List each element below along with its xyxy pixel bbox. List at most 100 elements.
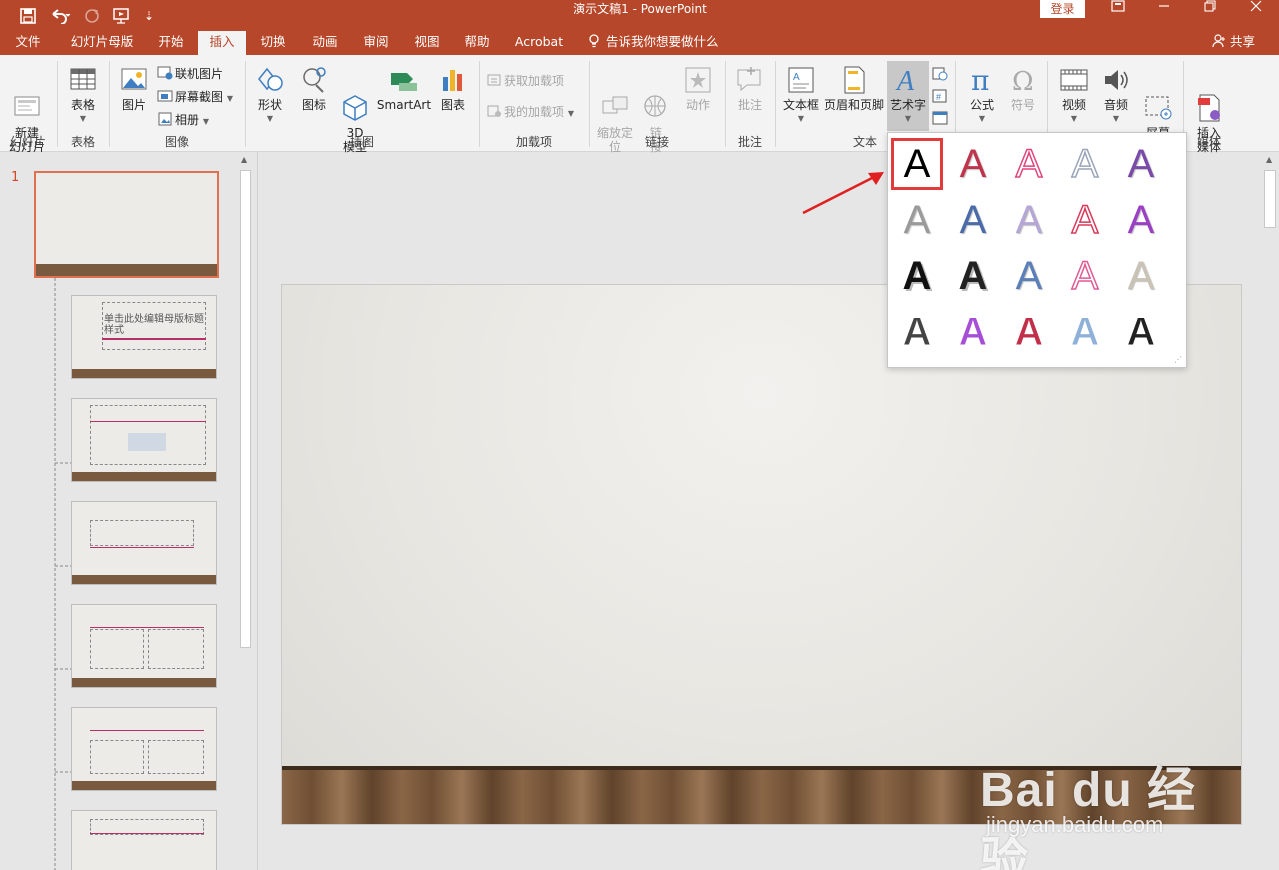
tab-file[interactable]: 文件 (0, 31, 56, 55)
smartart-button[interactable]: SmartArt (376, 65, 432, 112)
date-time-button[interactable] (932, 65, 950, 85)
action-label: 动作 (685, 98, 710, 112)
close-icon[interactable] (1233, 0, 1279, 20)
smartart-label: SmartArt (376, 98, 432, 112)
shapes-button[interactable]: 形状 ▼ (250, 65, 290, 126)
wordart-style-blue-reflect[interactable]: A (947, 194, 999, 246)
thumbnail-floor (72, 472, 216, 481)
tab-review[interactable]: 审阅 (351, 31, 401, 55)
minimize-icon[interactable] (1141, 0, 1187, 20)
wordart-style-gradient-purple[interactable]: A (1115, 138, 1167, 190)
tab-view[interactable]: 视图 (402, 31, 452, 55)
wordart-style-beige[interactable]: A (1115, 250, 1167, 302)
group-label-links: 链接 (644, 135, 669, 149)
restore-icon[interactable] (1187, 0, 1233, 20)
scrollbar-thumb[interactable] (240, 170, 251, 648)
editor-scrollbar[interactable]: ▲ (1262, 152, 1279, 870)
wordart-style-gradient[interactable]: A (947, 138, 999, 190)
undo-icon[interactable] (46, 0, 76, 31)
present-from-start-icon[interactable] (110, 0, 134, 31)
share-button[interactable]: 共享 (1212, 31, 1255, 55)
login-button[interactable]: 登录 (1040, 0, 1085, 18)
ribbon-tab-bar: 文件 幻灯片母版 开始 插入 切换 动画 审阅 视图 帮助 Acrobat 告诉… (0, 31, 1279, 55)
tab-transitions[interactable]: 切换 (248, 31, 298, 55)
resize-grip-icon[interactable]: ⋰ (1174, 355, 1182, 364)
online-picture-button[interactable]: 联机图片 (157, 64, 223, 84)
wordart-style-plain-grey[interactable]: A (891, 194, 943, 246)
symbol-button[interactable]: Ω 符号 (1004, 65, 1042, 112)
wordart-style-pink-outline[interactable]: A (1059, 250, 1111, 302)
photo-album-button[interactable]: 相册 ▼ (157, 110, 209, 130)
my-addins-button[interactable]: 我的加载项 ▼ (486, 102, 574, 122)
tab-animations[interactable]: 动画 (300, 31, 350, 55)
layout-title-text: 单击此处编辑母版标题样式 (104, 314, 204, 336)
icons-button[interactable]: 图标 (294, 65, 334, 112)
screenshot-button[interactable]: 屏幕截图 ▼ (157, 87, 233, 107)
get-addins-button[interactable]: 获取加载项 (486, 71, 564, 91)
comment-button[interactable]: 批注 (730, 65, 770, 112)
wordart-style-outline-pink[interactable]: A (1003, 138, 1055, 190)
redo-icon[interactable] (82, 0, 102, 31)
title-underline (90, 730, 204, 731)
group-label-images: 图像 (164, 135, 189, 149)
new-slide-icon (12, 79, 42, 116)
object-button[interactable] (932, 109, 950, 129)
header-footer-button[interactable]: 页眉和页脚 (822, 65, 886, 112)
chart-button[interactable]: 图表 (434, 65, 472, 112)
wordart-style-hatched-black[interactable]: A (891, 306, 943, 358)
layout-thumbnail[interactable]: 单击此处编辑母版标题样式 (71, 295, 217, 379)
svg-text:π: π (971, 65, 989, 95)
wordart-style-hatched-red[interactable]: A (1003, 306, 1055, 358)
wordart-style-outline-red[interactable]: A (1059, 194, 1111, 246)
tell-me-search[interactable]: 告诉我你想要做什么 (588, 31, 719, 55)
layout-thumbnail[interactable] (71, 810, 217, 870)
wordart-style-lavender[interactable]: A (1003, 194, 1055, 246)
tab-insert[interactable]: 插入 (198, 31, 246, 55)
tab-acrobat[interactable]: Acrobat (505, 31, 573, 55)
customize-qat-icon[interactable]: ⇣ (140, 0, 158, 31)
picture-label: 图片 (121, 98, 146, 112)
online-picture-icon (157, 66, 173, 80)
table-button[interactable]: 表格 ▼ (63, 65, 103, 126)
layout-thumbnail[interactable] (71, 398, 217, 482)
textbox-button[interactable]: A 文本框 ▼ (780, 65, 822, 126)
content-placeholder (148, 740, 204, 774)
ribbon-display-options-icon[interactable] (1095, 0, 1141, 20)
thumbnail-scrollbar[interactable]: ▲ (238, 152, 253, 870)
wordart-style-hatched-blue[interactable]: A (1059, 306, 1111, 358)
thumbnail-floor (72, 369, 216, 378)
date-time-icon (932, 67, 948, 81)
tab-help[interactable]: 帮助 (453, 31, 501, 55)
layout-thumbnail[interactable] (71, 604, 217, 688)
slide-master-thumbnail[interactable] (34, 171, 219, 278)
layout-thumbnail[interactable] (71, 501, 217, 585)
equation-button[interactable]: π 公式 ▼ (962, 64, 1002, 126)
title-underline (102, 338, 206, 340)
layout-thumbnail[interactable] (71, 707, 217, 791)
action-button[interactable]: 动作 (678, 65, 718, 112)
scroll-up-icon[interactable]: ▲ (1266, 155, 1272, 164)
wordart-style-outline-grey[interactable]: A (1059, 138, 1111, 190)
watermark-brand: Bai du 经验 (980, 764, 1197, 870)
group-label-tables: 表格 (70, 135, 95, 149)
wordart-style-steel-blue[interactable]: A (1003, 250, 1055, 302)
wordart-style-hatched-dark[interactable]: A (1115, 306, 1167, 358)
wordart-style-purple-gradient[interactable]: A (1115, 194, 1167, 246)
tab-home[interactable]: 开始 (146, 31, 196, 55)
wordart-button[interactable]: A 艺术字 ▼ (887, 61, 929, 131)
audio-button[interactable]: 音频 ▼ (1096, 65, 1136, 126)
wordart-style-hatched-purple[interactable]: A (947, 306, 999, 358)
save-icon[interactable] (14, 0, 42, 31)
content-graphic (128, 433, 166, 451)
video-button[interactable]: 视频 ▼ (1054, 65, 1094, 126)
picture-button[interactable]: 图片 (114, 65, 154, 112)
wordart-style-plain[interactable]: A (891, 138, 943, 190)
textbox-icon: A (786, 65, 816, 95)
wordart-style-shadow-dark[interactable]: A (947, 250, 999, 302)
scrollbar-thumb[interactable] (1264, 170, 1276, 228)
wordart-style-shadow-black[interactable]: A (891, 250, 943, 302)
slide-number-button[interactable]: # (932, 87, 950, 107)
scroll-up-icon[interactable]: ▲ (241, 155, 247, 164)
tab-slide-master[interactable]: 幻灯片母版 (60, 31, 144, 55)
content-placeholder (148, 629, 204, 669)
